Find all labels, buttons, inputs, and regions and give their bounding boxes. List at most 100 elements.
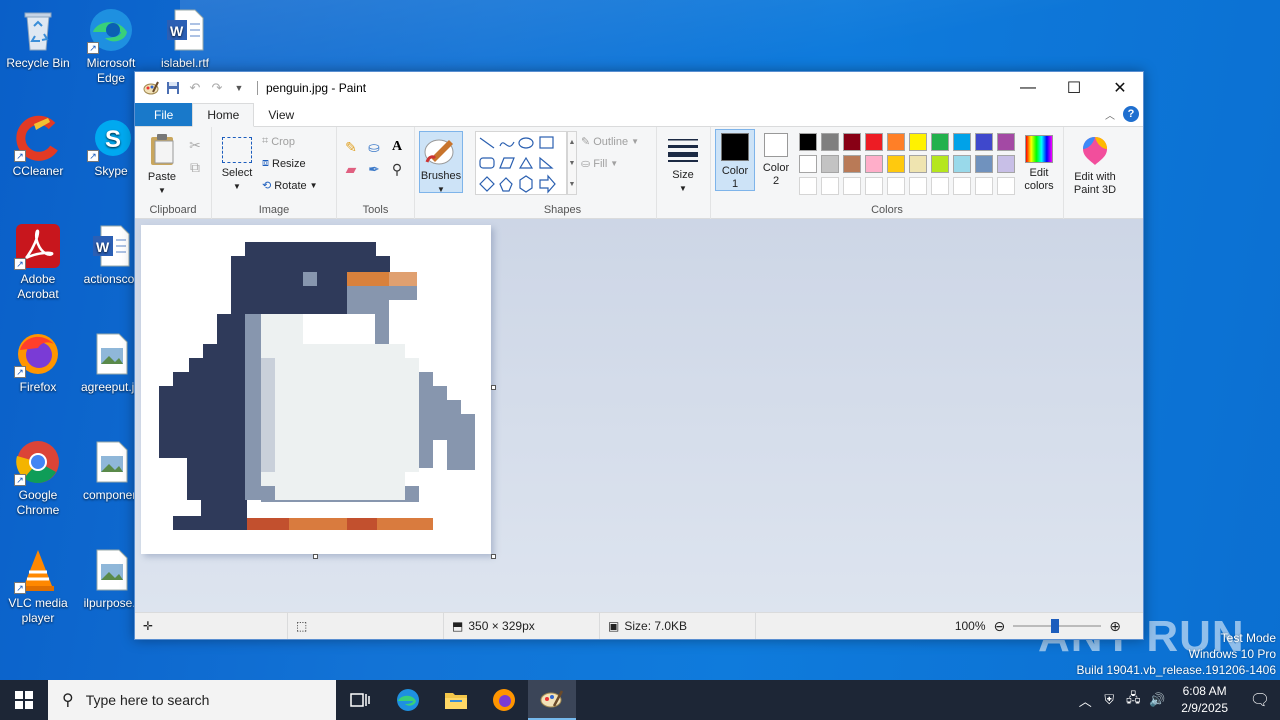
color-swatch[interactable] <box>909 133 927 151</box>
custom-color-slot[interactable] <box>865 177 883 195</box>
custom-color-slot[interactable] <box>887 177 905 195</box>
resize-button[interactable]: ⧈ Resize <box>262 157 306 170</box>
custom-color-slot[interactable] <box>799 177 817 195</box>
fill-button[interactable]: ⛀ Fill ▼ <box>581 157 618 171</box>
volume-icon[interactable]: 🔊 <box>1145 692 1169 708</box>
group-label: Tools <box>362 204 389 216</box>
edit-paint3d-button[interactable]: Edit with Paint 3D <box>1067 135 1123 197</box>
custom-color-slot[interactable] <box>909 177 927 195</box>
paste-button[interactable]: Paste ▼ <box>143 133 181 197</box>
resize-handle-corner[interactable] <box>491 554 496 559</box>
show-hidden-icons-icon[interactable]: ︿ <box>1073 691 1097 710</box>
color-swatch[interactable] <box>865 155 883 173</box>
brushes-button[interactable]: Brushes ▼ <box>419 131 463 194</box>
desktop-icon-chrome[interactable]: ↗ Google Chrome <box>0 438 76 518</box>
canvas-workarea[interactable] <box>135 219 1143 613</box>
clock[interactable]: 6:08 AM 2/9/2025 <box>1169 683 1240 717</box>
shapes-gallery[interactable] <box>475 131 567 195</box>
help-icon[interactable]: ? <box>1123 106 1139 122</box>
color-picker-icon[interactable]: ✒ <box>364 159 384 179</box>
tab-home[interactable]: Home <box>192 103 255 127</box>
custom-color-slot[interactable] <box>931 177 949 195</box>
pencil-icon[interactable]: ✎ <box>341 137 361 157</box>
size-button[interactable]: Size ▼ <box>663 137 703 195</box>
color1-button[interactable]: Color 1 <box>715 129 755 191</box>
desktop-icon-label: VLC media player <box>8 596 68 625</box>
select-icon <box>222 137 252 163</box>
undo-icon[interactable]: ↶ <box>187 80 203 96</box>
color-swatch[interactable] <box>799 133 817 151</box>
copy-icon[interactable]: ⧉ <box>185 157 205 177</box>
redo-icon[interactable]: ↷ <box>209 80 225 96</box>
network-icon[interactable]: 🖧 <box>1121 689 1145 711</box>
color-swatch[interactable] <box>821 155 839 173</box>
close-button[interactable]: ✕ <box>1097 72 1143 103</box>
eraser-icon[interactable]: ▰ <box>341 159 361 179</box>
rotate-button[interactable]: ⟲ Rotate ▼ <box>262 179 318 193</box>
color-swatch[interactable] <box>997 133 1015 151</box>
custom-color-slot[interactable] <box>975 177 993 195</box>
custom-color-slot[interactable] <box>997 177 1015 195</box>
zoom-out-icon[interactable]: ⊖ <box>994 618 1006 635</box>
outline-button[interactable]: ✎ Outline ▼ <box>581 135 639 149</box>
image-canvas[interactable] <box>141 225 491 554</box>
color-swatch[interactable] <box>975 133 993 151</box>
security-icon[interactable]: ⛨ <box>1097 692 1121 708</box>
color-swatch[interactable] <box>843 133 861 151</box>
fill-bucket-icon[interactable]: ⛀ <box>364 137 384 157</box>
edit-paint3d-label: Edit with Paint 3D <box>1073 171 1117 196</box>
color-swatch[interactable] <box>821 133 839 151</box>
color-swatch[interactable] <box>887 155 905 173</box>
magnifier-icon[interactable]: ⚲ <box>387 159 407 179</box>
color-swatch[interactable] <box>931 133 949 151</box>
minimize-ribbon-icon[interactable]: ︿ <box>1105 107 1115 122</box>
taskbar-paint[interactable] <box>528 680 576 720</box>
zoom-thumb[interactable] <box>1051 619 1060 633</box>
resize-handle-bottom[interactable] <box>313 554 318 559</box>
minimize-button[interactable]: — <box>1005 72 1051 103</box>
taskbar-firefox[interactable] <box>480 680 528 720</box>
color-swatch[interactable] <box>843 155 861 173</box>
desktop-icon-islabel[interactable]: W islabel.rtf <box>147 6 223 71</box>
custom-color-slot[interactable] <box>821 177 839 195</box>
edit-colors-button[interactable]: Edit colors <box>1019 135 1059 193</box>
color-swatch[interactable] <box>975 155 993 173</box>
resize-handle-right[interactable] <box>491 385 496 390</box>
tab-file[interactable]: File <box>135 103 193 126</box>
color2-button[interactable]: Color 2 <box>757 133 795 188</box>
crop-button[interactable]: ⌗ Crop <box>262 135 295 148</box>
customize-qat-icon[interactable]: ▼ <box>231 80 247 96</box>
taskbar-edge[interactable] <box>384 680 432 720</box>
zoom-slider[interactable] <box>1013 619 1102 633</box>
desktop-icon-recycle-bin[interactable]: Recycle Bin <box>0 6 76 71</box>
task-view-button[interactable] <box>336 680 384 720</box>
cut-icon[interactable]: ✂ <box>185 135 205 155</box>
save-icon[interactable] <box>165 80 181 96</box>
color-swatch[interactable] <box>953 155 971 173</box>
title-bar[interactable]: ↶ ↷ ▼ penguin.jpg - Paint — ☐ ✕ <box>135 72 1143 103</box>
desktop-icon-vlc[interactable]: ↗ VLC media player <box>0 546 76 626</box>
select-button[interactable]: Select ▼ <box>218 133 256 193</box>
taskbar-file-explorer[interactable] <box>432 680 480 720</box>
taskbar-search[interactable]: ⚲ Type here to search <box>48 680 336 720</box>
paint-app-icon[interactable] <box>143 80 159 96</box>
color-swatch[interactable] <box>909 155 927 173</box>
custom-color-slot[interactable] <box>953 177 971 195</box>
color-swatch[interactable] <box>865 133 883 151</box>
desktop-icon-acrobat[interactable]: ↗ Adobe Acrobat <box>0 222 76 302</box>
color-swatch[interactable] <box>953 133 971 151</box>
desktop-icon-ccleaner[interactable]: ↗ CCleaner <box>0 114 76 179</box>
custom-color-slot[interactable] <box>843 177 861 195</box>
shapes-scroll[interactable]: ▲ ▼ ▼ <box>567 131 577 195</box>
color-swatch[interactable] <box>931 155 949 173</box>
tab-view[interactable]: View <box>254 103 308 126</box>
color-swatch[interactable] <box>997 155 1015 173</box>
zoom-in-icon[interactable]: ⊕ <box>1109 618 1121 635</box>
color-swatch[interactable] <box>887 133 905 151</box>
text-tool-icon[interactable]: A <box>387 137 407 157</box>
color-swatch[interactable] <box>799 155 817 173</box>
desktop-icon-firefox[interactable]: ↗ Firefox <box>0 330 76 395</box>
maximize-button[interactable]: ☐ <box>1051 72 1097 103</box>
start-button[interactable] <box>0 680 48 720</box>
notifications-icon[interactable]: 🗨 <box>1240 690 1280 710</box>
